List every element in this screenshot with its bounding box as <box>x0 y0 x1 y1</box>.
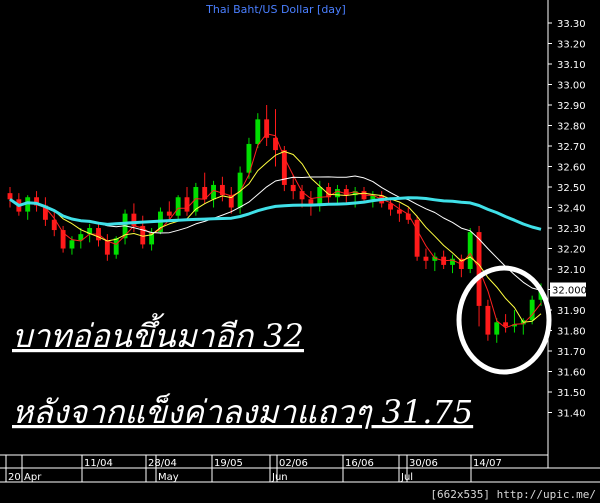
candle-body <box>290 184 296 192</box>
y-tick-label: 31.50 <box>557 388 586 399</box>
candle-body <box>104 240 110 255</box>
y-tick-label: 32.60 <box>557 163 586 174</box>
chart-canvas: Thai Baht/US Dollar [day] 33.30 33.20 33.1… <box>0 0 600 503</box>
candle-body <box>166 211 172 216</box>
x-tick-label: 19/05 <box>214 458 243 469</box>
candle-body <box>255 119 261 144</box>
candle-body <box>7 193 13 200</box>
image-footer: [662x535] http://upic.me/ <box>430 488 596 501</box>
x-tick-label: 20 <box>8 472 21 483</box>
candle-body <box>423 256 429 261</box>
x-tick-label: Jun <box>271 472 288 483</box>
annotation-text: บาทอ่อนขึ้นมาอีก 32 <box>12 313 304 355</box>
y-tick-label: 31.60 <box>557 368 586 379</box>
candle-body <box>467 232 473 269</box>
y-tick-label: 32.50 <box>557 183 586 194</box>
y-tick-label: 31.90 <box>557 306 586 317</box>
x-tick-label: 28/04 <box>148 458 177 469</box>
candle-body <box>335 189 340 198</box>
candle-body <box>414 219 420 257</box>
x-tick-label: Jul <box>400 472 413 483</box>
candle-body <box>264 119 270 138</box>
y-tick-label: 33.30 <box>557 19 586 30</box>
y-tick-label: 32.70 <box>557 142 586 153</box>
candle-body <box>485 305 491 335</box>
candle-body <box>184 197 190 212</box>
candle-body <box>503 322 509 327</box>
candle-body <box>317 187 323 206</box>
y-tick-label: 32.80 <box>557 122 586 133</box>
x-tick-label: 02/06 <box>279 458 308 469</box>
y-tick-label: 31.80 <box>557 327 586 338</box>
y-tick-label: 32.90 <box>557 101 586 112</box>
x-tick-label: 11/04 <box>84 458 113 469</box>
y-tick-label: 33.20 <box>557 40 586 51</box>
candle <box>485 299 491 341</box>
candle-body <box>69 240 75 249</box>
y-tick-label: 32.30 <box>557 224 586 235</box>
y-tick-label: 32.20 <box>557 245 586 256</box>
candle <box>467 228 473 274</box>
last-price-label: 32.000 <box>552 286 587 297</box>
candle-body <box>175 197 181 216</box>
candle <box>414 215 420 261</box>
x-tick-label: 14/07 <box>473 458 502 469</box>
candle-body <box>113 238 119 255</box>
y-tick-label: 33.10 <box>557 60 586 71</box>
x-tick-label: May <box>158 472 179 483</box>
x-tick-label: Apr <box>24 472 42 483</box>
candle-body <box>494 322 500 335</box>
chart-title: Thai Baht/US Dollar [day] <box>205 3 346 16</box>
x-tick-label: 16/06 <box>345 458 374 469</box>
y-tick-label: 31.40 <box>557 409 586 420</box>
y-tick-label: 32.40 <box>557 204 586 215</box>
y-tick-label: 32.10 <box>557 265 586 276</box>
y-tick-label: 33.00 <box>557 81 586 92</box>
x-tick-label: 30/06 <box>409 458 438 469</box>
annotation-text: หลังจากแข็งค่าลงมาแถวๆ 31.75 <box>12 393 473 431</box>
y-tick-label: 31.70 <box>557 347 586 358</box>
